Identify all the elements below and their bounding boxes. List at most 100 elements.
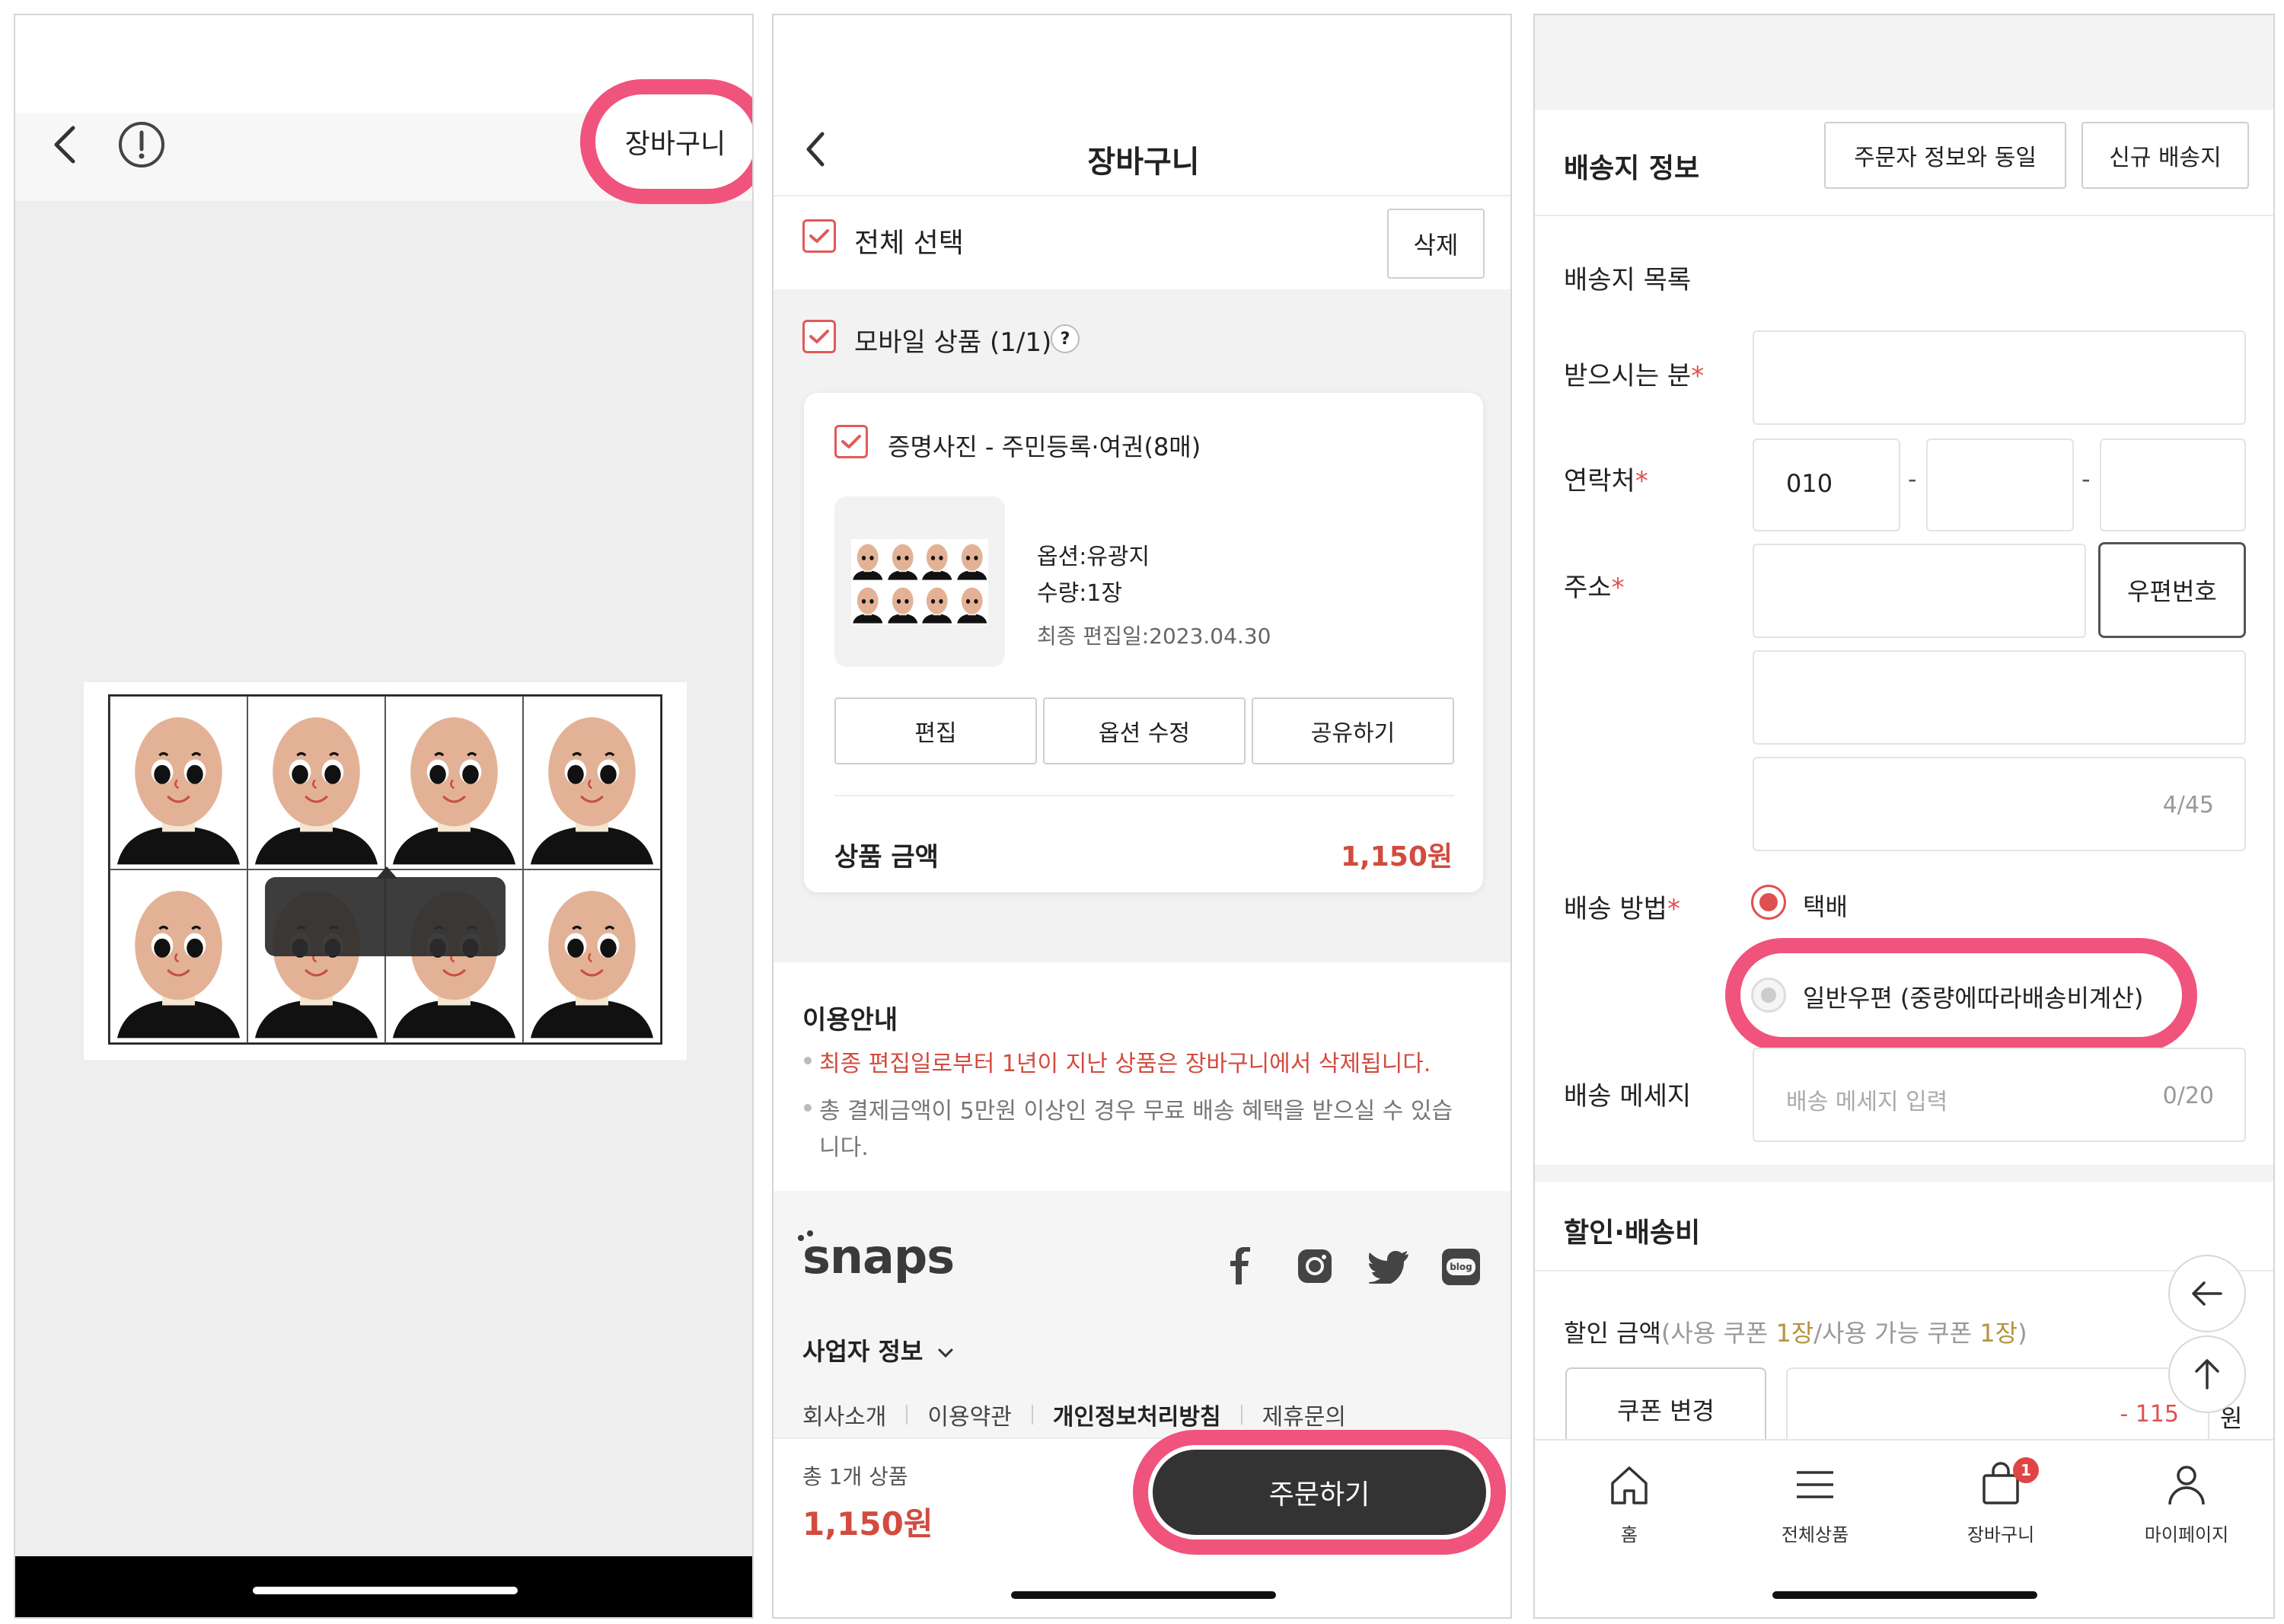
zipcode-button-label: 우편번호 bbox=[2127, 577, 2217, 606]
footer-link-privacy[interactable]: 개인정보처리방침 bbox=[1053, 1398, 1221, 1431]
required-mark: * bbox=[1667, 894, 1680, 924]
discount-label-text: 할인 금액 bbox=[1564, 1319, 1661, 1348]
face-illustration bbox=[887, 544, 917, 580]
new-address-button[interactable]: 신규 배송지 bbox=[2081, 122, 2249, 189]
address-list-link[interactable]: 배송지 목록 bbox=[1564, 259, 1691, 296]
page-title: 장바구니 bbox=[1087, 145, 1200, 180]
thumbnail-cell bbox=[885, 539, 919, 581]
scroll-top-button[interactable] bbox=[2168, 1335, 2246, 1413]
recipient-input[interactable] bbox=[1753, 330, 2246, 425]
item-checkbox[interactable] bbox=[834, 425, 868, 458]
cart-button[interactable]: 장바구니 bbox=[580, 79, 752, 204]
guide-bullet bbox=[804, 1057, 812, 1064]
order-button[interactable]: 주문하기 bbox=[1153, 1450, 1486, 1535]
tab-home[interactable]: 홈 bbox=[1553, 1462, 1705, 1546]
zipcode-input[interactable] bbox=[1753, 544, 2086, 638]
radio-dot bbox=[1761, 987, 1776, 1003]
photo-editor-screen: 장바구니 bbox=[14, 14, 754, 1619]
share-button[interactable]: 공유하기 bbox=[1252, 697, 1454, 764]
id-photo-sheet[interactable] bbox=[84, 682, 687, 1060]
back-float-button[interactable] bbox=[2168, 1255, 2246, 1332]
item-thumbnail[interactable] bbox=[834, 496, 1005, 667]
tab-cart[interactable]: 1 장바구니 bbox=[1925, 1457, 2077, 1546]
same-as-orderer-button[interactable]: 주문자 정보와 동일 bbox=[1824, 122, 2066, 189]
face-illustration bbox=[853, 587, 883, 624]
facebook-icon[interactable] bbox=[1226, 1246, 1256, 1285]
address-label-text: 주소 bbox=[1564, 573, 1612, 603]
footer-link-partnership[interactable]: 제휴문의 bbox=[1262, 1398, 1346, 1431]
cart-count-badge: 1 bbox=[2013, 1457, 2039, 1483]
post-radio[interactable] bbox=[1751, 978, 1786, 1013]
link-separator bbox=[906, 1405, 908, 1425]
instagram-icon[interactable] bbox=[1296, 1247, 1334, 1285]
phone-middle-input[interactable] bbox=[1926, 439, 2074, 531]
tab-my-page[interactable]: 마이페이지 bbox=[2110, 1462, 2263, 1546]
select-all-checkbox[interactable] bbox=[802, 219, 836, 253]
zipcode-button[interactable]: 우편번호 bbox=[2098, 542, 2246, 638]
coupon-close: ) bbox=[2018, 1319, 2027, 1348]
business-info-toggle[interactable]: 사업자 정보 bbox=[802, 1332, 954, 1367]
section-divider bbox=[1535, 215, 2273, 216]
courier-radio[interactable] bbox=[1751, 885, 1786, 920]
group-label: 모바일 상품 (1/1) bbox=[854, 327, 1052, 358]
chevron-down-icon bbox=[938, 1348, 953, 1358]
cart-count: 1 bbox=[2021, 1461, 2031, 1479]
face-illustration bbox=[956, 587, 987, 624]
snaps-logo[interactable]: snaps bbox=[798, 1229, 955, 1284]
tab-all-products[interactable]: 전체상품 bbox=[1739, 1462, 1891, 1546]
phone-prefix-input[interactable]: 010 bbox=[1753, 439, 1900, 531]
message-input[interactable]: 배송 메세지 입력 0/20 bbox=[1753, 1048, 2246, 1142]
system-nav-bar bbox=[15, 1556, 752, 1617]
footer-links: 회사소개 이용약관 개인정보처리방침 제휴문의 bbox=[802, 1398, 1346, 1431]
chevron-left-icon[interactable] bbox=[50, 122, 81, 168]
courier-label: 택배 bbox=[1803, 892, 1848, 921]
section-title: 배송지 정보 bbox=[1564, 153, 1700, 184]
cart-button-label: 장바구니 bbox=[624, 129, 726, 160]
address-detail-input[interactable]: 4/45 bbox=[1753, 757, 2246, 851]
photo-cell bbox=[247, 696, 385, 869]
phone-last-input[interactable] bbox=[2100, 439, 2246, 531]
required-mark: * bbox=[1691, 361, 1705, 391]
twitter-icon[interactable] bbox=[1369, 1250, 1410, 1284]
photo-cell bbox=[385, 696, 523, 869]
section-gap bbox=[1535, 1165, 2273, 1182]
face-illustration bbox=[116, 717, 241, 865]
address-line1-input[interactable] bbox=[1753, 650, 2246, 745]
message-label: 배송 메세지 bbox=[1564, 1081, 1692, 1112]
shipping-method-label-text: 배송 방법 bbox=[1564, 894, 1667, 924]
logo-dot bbox=[807, 1230, 813, 1236]
home-icon bbox=[1611, 1466, 1648, 1504]
thumbnail-cell bbox=[920, 582, 954, 624]
message-counter: 0/20 bbox=[2162, 1083, 2214, 1109]
total-price: 1,150원 bbox=[802, 1505, 933, 1543]
thumbnail-cell bbox=[851, 539, 885, 581]
price-label: 상품 금액 bbox=[834, 842, 939, 873]
new-address-label: 신규 배송지 bbox=[2109, 145, 2222, 171]
discount-title: 할인·배송비 bbox=[1564, 1217, 1701, 1249]
link-separator bbox=[1031, 1405, 1033, 1425]
address-label: 주소* bbox=[1564, 566, 1625, 604]
edit-tooltip bbox=[265, 877, 506, 956]
edit-button[interactable]: 편집 bbox=[834, 697, 1037, 764]
required-mark: * bbox=[1611, 573, 1625, 603]
face-illustration bbox=[392, 717, 516, 865]
face-illustration bbox=[530, 891, 654, 1039]
card-divider bbox=[834, 795, 1454, 796]
post-label: 일반우편 (중량에따라배송비계산) bbox=[1803, 984, 2144, 1013]
delete-button[interactable]: 삭제 bbox=[1387, 209, 1485, 279]
edit-option-button[interactable]: 옵션 수정 bbox=[1043, 697, 1246, 764]
check-icon bbox=[809, 330, 829, 343]
exclamation-circle-icon[interactable] bbox=[117, 120, 166, 169]
guide-item-2-line-2: 니다. bbox=[819, 1134, 869, 1161]
home-indicator bbox=[1011, 1591, 1276, 1599]
brand-name: snaps bbox=[802, 1229, 955, 1284]
footer-link-company[interactable]: 회사소개 bbox=[802, 1398, 886, 1431]
guide-item-1: 최종 편집일로부터 1년이 지난 상품은 장바구니에서 삭제됩니다. bbox=[819, 1051, 1431, 1077]
required-mark: * bbox=[1635, 466, 1648, 496]
help-icon[interactable]: ? bbox=[1051, 324, 1080, 353]
arrow-left-icon bbox=[2192, 1281, 2222, 1306]
group-checkbox[interactable] bbox=[802, 320, 836, 353]
blog-icon[interactable]: blog bbox=[1442, 1249, 1480, 1285]
logo-dot bbox=[798, 1235, 804, 1241]
footer-link-terms[interactable]: 이용약관 bbox=[927, 1398, 1011, 1431]
